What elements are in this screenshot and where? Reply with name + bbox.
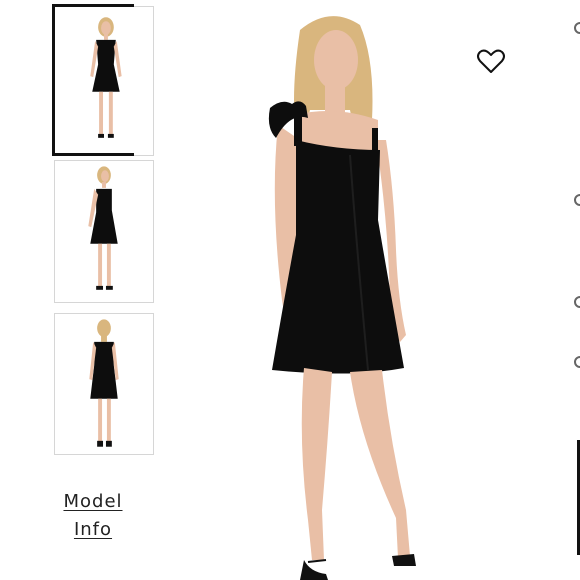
color-swatch-option[interactable] [574, 194, 580, 206]
thumbnail-selected-border-bottom [52, 153, 134, 156]
main-product-image [200, 0, 530, 580]
thumbnail-side-image [88, 166, 118, 290]
thumbnail-selected-border-left [52, 4, 55, 156]
color-swatch-option[interactable] [574, 22, 580, 34]
thumbnail-side[interactable] [54, 160, 154, 303]
favorite-heart-icon[interactable] [476, 46, 506, 76]
color-swatch-option[interactable] [574, 296, 580, 308]
model-info-line2: Info [73, 519, 113, 540]
thumbnail-selected-border-top [52, 4, 134, 7]
thumbnail-front[interactable] [54, 6, 154, 156]
color-swatch-option[interactable] [574, 356, 580, 368]
thumbnail-back-image [89, 319, 119, 447]
model-info-line1: Model [63, 491, 123, 512]
thumbnail-back[interactable] [54, 313, 154, 455]
model-info-link[interactable]: Model Info [60, 488, 126, 544]
thumbnail-front-image [90, 17, 122, 138]
